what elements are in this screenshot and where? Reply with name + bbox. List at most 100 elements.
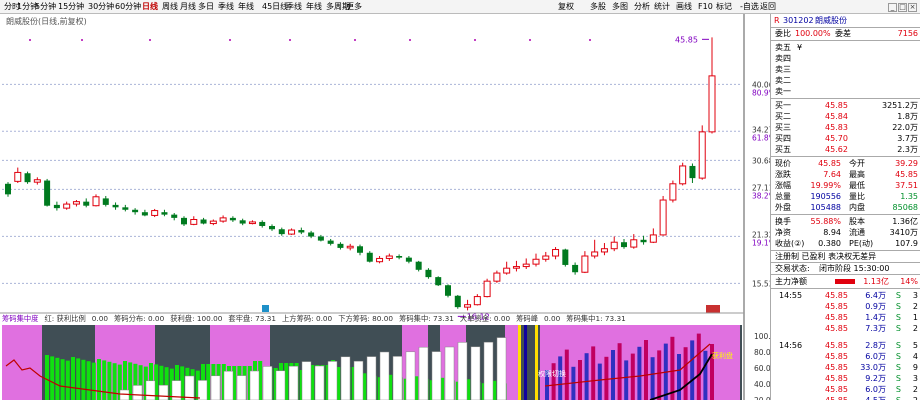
indicator-legend-item: 筹码集中1: 73.31: [566, 314, 626, 323]
tick-vol: 2.8万: [865, 341, 886, 350]
candle-body: [190, 218, 198, 225]
main-net-label: 主力净额: [775, 277, 807, 286]
candle-body: [621, 242, 627, 248]
tick-vol: 0.9万: [865, 302, 886, 311]
period-16[interactable]: 更多: [346, 1, 362, 13]
indicator-bar: [60, 359, 65, 400]
panel-separator: [771, 40, 920, 41]
maximize-icon[interactable]: □: [898, 3, 907, 12]
candle-body: [542, 255, 550, 260]
tick-vol: 9.2万: [865, 374, 886, 383]
candle-body: [464, 304, 472, 308]
kline-chart[interactable]: 40.0680.9%34.2761.8%30.6827.1138.2%21.32…: [0, 14, 770, 400]
tick-num: 4: [912, 352, 918, 361]
indicator-marker-1: [524, 325, 527, 400]
period-2[interactable]: 5分钟: [35, 1, 56, 13]
candle: [83, 198, 90, 208]
candle-body: [14, 171, 22, 182]
stat2-label: 净资: [775, 228, 791, 237]
candle: [464, 299, 472, 311]
period-12[interactable]: 45日线: [262, 1, 288, 13]
tick-price: 45.85: [825, 302, 848, 311]
period-6[interactable]: 日线: [142, 1, 158, 13]
tick-side: S: [895, 302, 901, 311]
toolbar-btn-mid-1[interactable]: 多图: [612, 1, 628, 13]
candle: [14, 167, 22, 183]
indicator-legend-item: 套牢盘: 73.31: [228, 314, 276, 323]
panel-separator: [771, 156, 920, 157]
indicator-white-bar: [288, 365, 299, 400]
period-8[interactable]: 月线: [180, 1, 196, 13]
period-5[interactable]: 60分钟: [115, 1, 141, 13]
period-3[interactable]: 15分钟: [58, 1, 84, 13]
period-11[interactable]: 年线: [238, 1, 254, 13]
indicator-bar: [76, 358, 81, 400]
toolbar-btn-3[interactable]: 画线: [676, 1, 692, 13]
candle-body: [689, 165, 696, 179]
candle-body: [259, 221, 266, 226]
tick-side: S: [895, 374, 901, 383]
candle-body: [385, 255, 393, 259]
toolbar-btn-5[interactable]: 标记: [716, 1, 732, 13]
candle-body: [200, 219, 207, 224]
stat2-value: 55.88%: [810, 217, 841, 226]
candle-body: [493, 272, 501, 282]
toolbar-btn-mid-2[interactable]: 分析: [634, 1, 650, 13]
tick-vol: 33.0万: [860, 363, 886, 372]
buy-label: 买二: [775, 112, 791, 121]
toolbar-btn-0[interactable]: 复权: [558, 1, 574, 13]
period-7[interactable]: 周线: [162, 1, 178, 13]
candle-body: [248, 221, 256, 225]
candle: [649, 228, 657, 244]
sell-label: 卖二: [775, 76, 791, 85]
indicator-white-bar: [301, 361, 312, 400]
indicator-axis-label: 60.0: [754, 364, 770, 373]
stat-label2: 最高: [849, 170, 865, 179]
buy-vol: 22.0万: [892, 123, 918, 132]
weicha-label: 委差: [835, 29, 851, 38]
toolbar-btn-mid-0[interactable]: 多股: [590, 1, 606, 13]
stat2-row-1: 净资 8.94 流通 3410万: [771, 227, 920, 238]
marker-dot-3: [229, 39, 231, 41]
period-14[interactable]: 年线: [306, 1, 322, 13]
indicator-legend-item: 0.00: [544, 314, 561, 323]
close-icon[interactable]: ×: [908, 3, 917, 12]
toolbar-btn-6[interactable]: -自选: [740, 1, 759, 13]
buy-label: 买五: [775, 145, 791, 154]
toolbar-btn-7[interactable]: 返回: [760, 1, 776, 13]
indicator-marker-2: [535, 325, 538, 400]
candle: [209, 219, 217, 226]
candle-body: [405, 257, 412, 262]
candle: [102, 195, 109, 207]
indicator-white-bar: [249, 370, 260, 400]
stat-value2: 1.35: [900, 192, 918, 201]
toolbar-btn-4[interactable]: F10: [698, 1, 713, 13]
period-13[interactable]: 季线: [286, 1, 302, 13]
indicator-bar: [65, 360, 70, 400]
candle-body: [435, 277, 442, 286]
candle: [132, 208, 139, 215]
minimize-icon[interactable]: _: [888, 3, 897, 12]
indicator-rb-bar: [591, 346, 596, 400]
candle-body: [572, 264, 579, 273]
buy-row-1: 买二 45.84 1.8万: [771, 111, 920, 122]
indicator-white-bar: [119, 389, 130, 400]
tick-num: 2: [912, 302, 918, 311]
tick-row-1: 45.85 0.9万 S 2: [771, 301, 920, 312]
period-10[interactable]: 季线: [218, 1, 234, 13]
stat-row-0: 现价 45.85 今开 39.29: [771, 158, 920, 169]
period-9[interactable]: 多日: [198, 1, 214, 13]
period-4[interactable]: 30分钟: [88, 1, 114, 13]
tick-vol: 4.5万: [865, 395, 886, 400]
candle: [122, 204, 129, 212]
indicator-white-bar: [431, 351, 442, 400]
buy-row-4: 买五 45.62 2.3万: [771, 144, 920, 155]
candle: [72, 200, 80, 207]
chart-canvas[interactable]: 40.0680.9%34.2761.8%30.6827.1138.2%21.32…: [0, 14, 770, 400]
candle-body: [161, 212, 168, 215]
candle: [581, 251, 589, 274]
tick-num: 3: [912, 291, 918, 300]
stat2-value2: 1.36亿: [892, 217, 918, 226]
toolbar-btn-2[interactable]: 统计: [654, 1, 670, 13]
candle: [24, 171, 31, 184]
